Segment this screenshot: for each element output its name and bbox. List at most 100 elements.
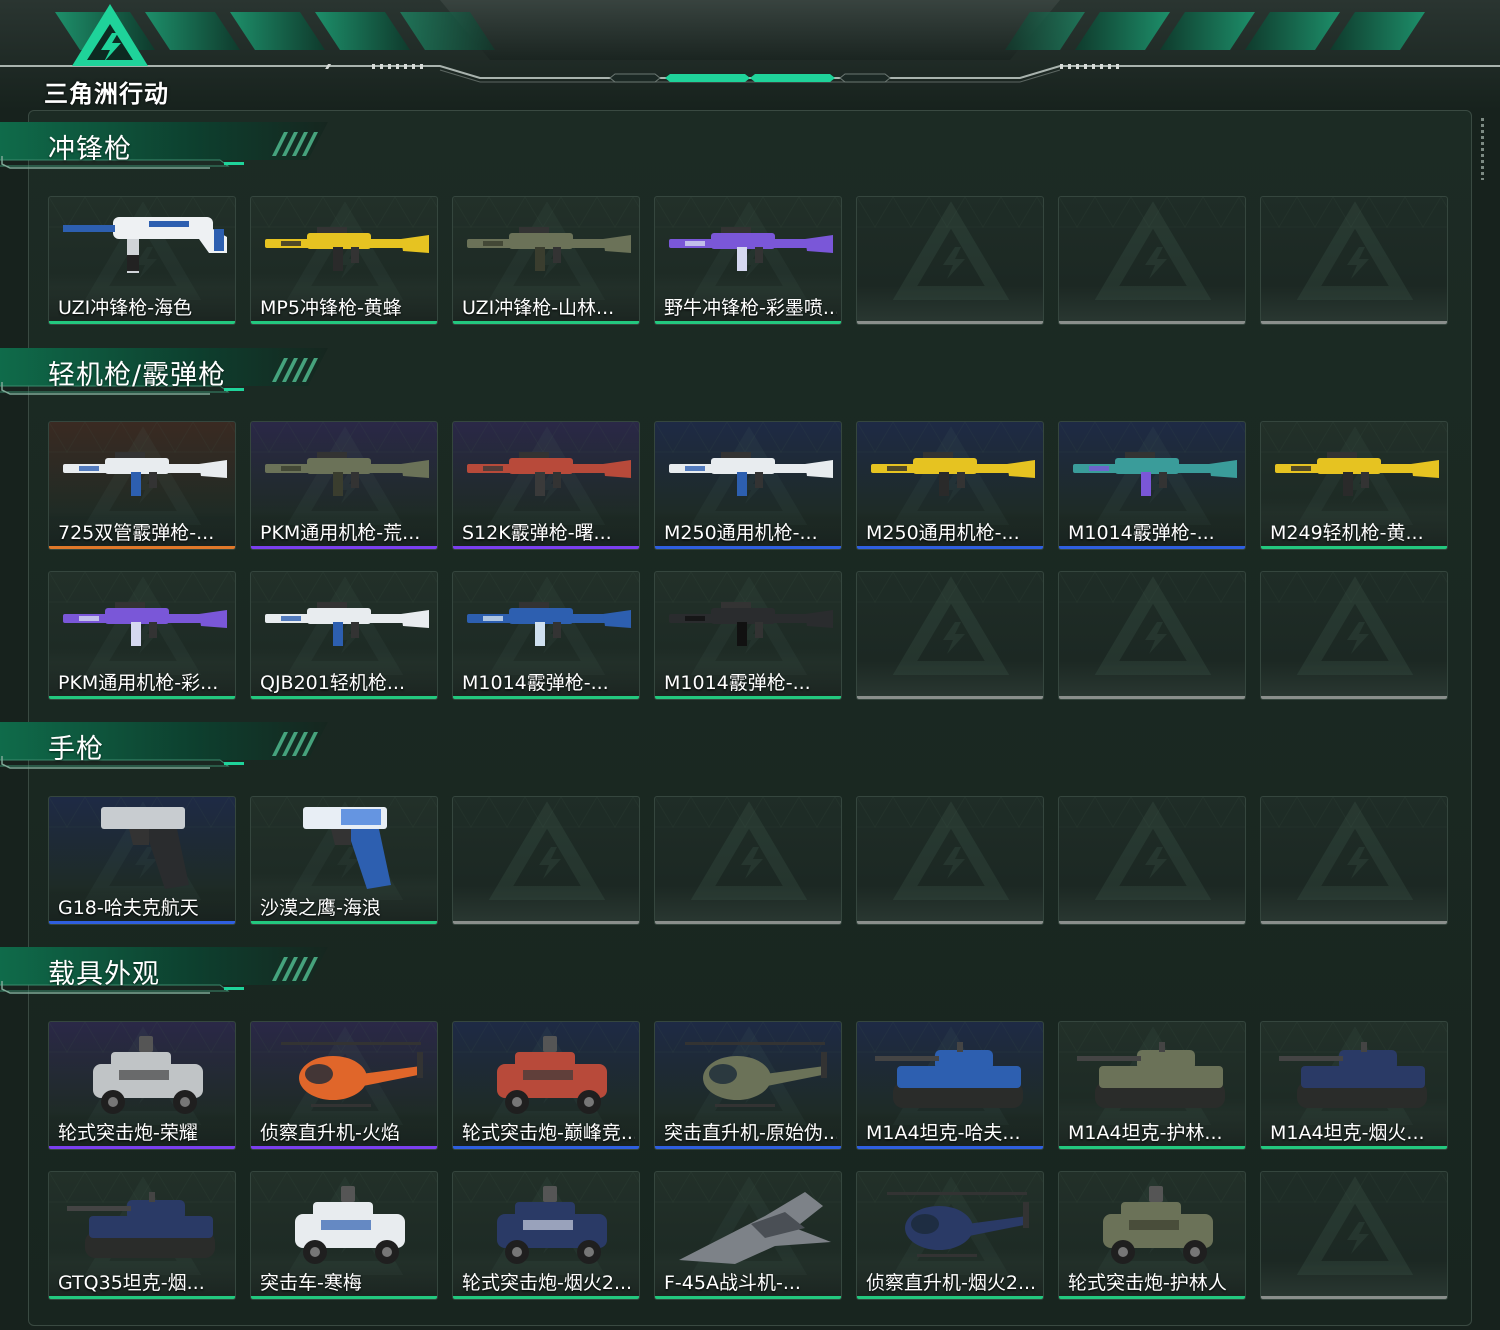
card-background-triangle-icon xyxy=(1059,797,1245,900)
wheeled-assault-gun-silver-icon xyxy=(93,1036,203,1114)
card-background-triangle-icon xyxy=(1059,197,1245,300)
item-label: M249轻机枪-黄... xyxy=(1270,522,1424,544)
empty-slot xyxy=(856,796,1044,925)
item-card[interactable]: 沙漠之鹰-海浪 xyxy=(250,796,438,925)
rarity-bar xyxy=(453,1146,639,1149)
item-card[interactable]: M1014霰弹枪-... xyxy=(452,571,640,700)
item-card[interactable]: 侦察直升机-烟火2... xyxy=(856,1171,1044,1300)
header-decoration xyxy=(0,0,1500,110)
item-label: 突击车-寒梅 xyxy=(260,1272,362,1294)
g18-pistol-icon xyxy=(101,807,189,889)
section-title: 轻机枪/霰弹枪 xyxy=(48,360,227,391)
empty-slot-bar xyxy=(1059,696,1245,699)
card-background-triangle-icon xyxy=(857,572,1043,675)
item-label: M250通用机枪-... xyxy=(664,522,818,544)
empty-slot xyxy=(1058,571,1246,700)
item-card[interactable]: M1A4坦克-烟火... xyxy=(1260,1021,1448,1150)
mp5-smg-yellow-icon xyxy=(265,227,429,271)
item-card[interactable]: F-45A战斗机-... xyxy=(654,1171,842,1300)
m250-lmg-yellow-icon xyxy=(871,452,1035,496)
rarity-bar xyxy=(251,321,437,324)
item-card[interactable]: 725双管霰弹枪-... xyxy=(48,421,236,550)
item-card[interactable]: 轮式突击炮-护林人 xyxy=(1058,1171,1246,1300)
empty-slot xyxy=(1058,796,1246,925)
qjb201-lmg-white-icon xyxy=(265,602,429,646)
item-card[interactable]: 轮式突击炮-荣耀 xyxy=(48,1021,236,1150)
item-label: S12K霰弹枪-曙... xyxy=(462,522,612,544)
empty-slot-bar xyxy=(453,921,639,924)
item-label: M1A4坦克-哈夫... xyxy=(866,1122,1021,1144)
empty-slot-bar xyxy=(1059,921,1245,924)
card-background-triangle-icon xyxy=(1059,572,1245,675)
item-label: 沙漠之鹰-海浪 xyxy=(260,897,381,919)
item-card[interactable]: G18-哈夫克航天 xyxy=(48,796,236,925)
item-label: 轮式突击炮-荣耀 xyxy=(58,1122,198,1144)
empty-slot xyxy=(856,196,1044,325)
item-card[interactable]: UZI冲锋枪-山林... xyxy=(452,196,640,325)
empty-slot-bar xyxy=(1059,321,1245,324)
rarity-bar xyxy=(49,546,235,549)
item-label: PKM通用机枪-彩... xyxy=(58,672,219,694)
card-background-triangle-icon xyxy=(857,797,1043,900)
rarity-bar xyxy=(453,546,639,549)
item-card[interactable]: MP5冲锋枪-黄蜂 xyxy=(250,196,438,325)
item-card[interactable]: 侦察直升机-火焰 xyxy=(250,1021,438,1150)
item-label: UZI冲锋枪-海色 xyxy=(58,297,193,319)
item-label: 轮式突击炮-护林人 xyxy=(1068,1272,1227,1294)
item-card[interactable]: M1014霰弹枪-... xyxy=(654,571,842,700)
rarity-bar xyxy=(453,321,639,324)
item-card[interactable]: M1014霰弹枪-... xyxy=(1058,421,1246,550)
item-label: M1014霰弹枪-... xyxy=(462,672,609,694)
section-header: 载具外观 xyxy=(0,945,340,997)
item-label: M1014霰弹枪-... xyxy=(664,672,811,694)
assault-vehicle-white-icon xyxy=(295,1186,405,1264)
uzi-smg-white-blue-icon xyxy=(63,217,227,273)
rarity-bar xyxy=(655,546,841,549)
item-label: 侦察直升机-火焰 xyxy=(260,1122,400,1144)
item-card[interactable]: M249轻机枪-黄... xyxy=(1260,421,1448,550)
item-card[interactable]: S12K霰弹枪-曙... xyxy=(452,421,640,550)
item-card[interactable]: 轮式突击炮-巅峰竞... xyxy=(452,1021,640,1150)
item-card[interactable]: 突击车-寒梅 xyxy=(250,1171,438,1300)
f45a-fighter-jet-icon xyxy=(679,1192,831,1264)
empty-slot xyxy=(1058,196,1246,325)
card-background-triangle-icon xyxy=(1261,197,1447,300)
item-card[interactable]: 突击直升机-原始伪... xyxy=(654,1021,842,1150)
card-background-triangle-icon xyxy=(857,197,1043,300)
rarity-bar xyxy=(655,1296,841,1299)
uzi-smg-camo-icon xyxy=(467,227,631,271)
item-label: 侦察直升机-烟火2... xyxy=(866,1272,1037,1294)
item-label: QJB201轻机枪... xyxy=(260,672,405,694)
item-card[interactable]: M250通用机枪-... xyxy=(856,421,1044,550)
item-card[interactable]: PKM通用机枪-荒... xyxy=(250,421,438,550)
m250-lmg-purple-white-icon xyxy=(669,452,833,496)
rarity-bar xyxy=(251,1146,437,1149)
scrollbar[interactable] xyxy=(1481,118,1484,180)
item-card[interactable]: M250通用机枪-... xyxy=(654,421,842,550)
card-background-triangle-icon xyxy=(453,797,639,900)
item-card[interactable]: PKM通用机枪-彩... xyxy=(48,571,236,700)
item-card[interactable]: QJB201轻机枪... xyxy=(250,571,438,700)
empty-slot-bar xyxy=(857,321,1043,324)
rarity-bar xyxy=(251,921,437,924)
item-card[interactable]: GTQ35坦克-烟... xyxy=(48,1171,236,1300)
item-card[interactable]: 野牛冲锋枪-彩墨喷... xyxy=(654,196,842,325)
item-card[interactable]: 轮式突击炮-烟火2... xyxy=(452,1171,640,1300)
item-card[interactable]: M1A4坦克-哈夫... xyxy=(856,1021,1044,1150)
empty-slot xyxy=(654,796,842,925)
m1a4-tank-blue-icon xyxy=(875,1042,1023,1108)
item-card[interactable]: M1A4坦克-护林... xyxy=(1058,1021,1246,1150)
rarity-bar xyxy=(49,321,235,324)
section-header: 手枪 xyxy=(0,720,340,772)
empty-slot xyxy=(1260,571,1448,700)
item-label: 野牛冲锋枪-彩墨喷... xyxy=(664,297,837,319)
bizon-smg-purple-icon xyxy=(669,227,833,271)
item-card[interactable]: UZI冲锋枪-海色 xyxy=(48,196,236,325)
rarity-bar xyxy=(251,696,437,699)
rarity-bar xyxy=(49,696,235,699)
empty-slot xyxy=(856,571,1044,700)
rarity-bar xyxy=(857,1296,1043,1299)
rarity-bar xyxy=(857,546,1043,549)
wheeled-assault-gun-navy-icon xyxy=(497,1186,607,1264)
m1014-shotgun-teal-icon xyxy=(1073,452,1237,496)
